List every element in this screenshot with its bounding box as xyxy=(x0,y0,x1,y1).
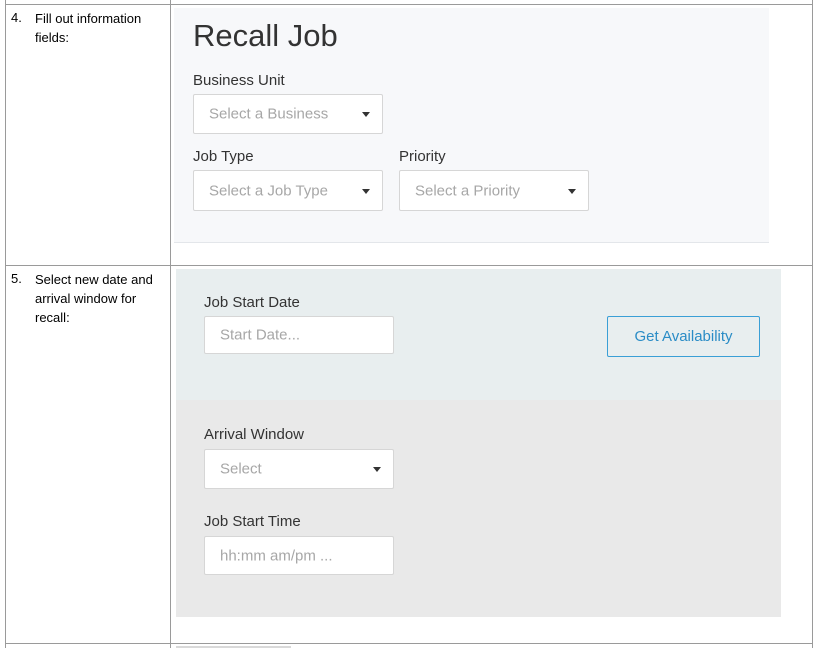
table-row-divider xyxy=(5,265,813,266)
arrival-window-select[interactable]: Select xyxy=(204,449,394,489)
job-start-date-input[interactable]: Start Date... xyxy=(204,316,394,354)
business-unit-label: Business Unit xyxy=(193,72,285,89)
chevron-down-icon xyxy=(362,188,370,194)
page-title: Recall Job xyxy=(193,18,338,53)
arrival-window-placeholder: Select xyxy=(220,460,262,478)
table-column-divider xyxy=(170,0,171,648)
step-5-number: 5. xyxy=(11,271,22,286)
chevron-down-icon xyxy=(568,188,576,194)
priority-select[interactable]: Select a Priority xyxy=(399,170,589,211)
recall-job-panel: Recall Job Business Unit Select a Busine… xyxy=(174,8,769,243)
job-type-select[interactable]: Select a Job Type xyxy=(193,170,383,211)
table-border-right xyxy=(812,0,813,648)
step-4-number: 4. xyxy=(11,10,22,25)
chevron-down-icon xyxy=(362,112,370,117)
step-5-text: Select new date and arrival window for r… xyxy=(35,272,153,325)
arrival-window-panel: Arrival Window Select Job Start Time hh:… xyxy=(176,400,781,617)
job-start-time-placeholder: hh:mm am/pm ... xyxy=(220,547,333,564)
table-border-bottom xyxy=(5,643,813,644)
job-start-date-panel: Job Start Date Start Date... Get Availab… xyxy=(176,269,781,400)
job-start-date-label: Job Start Date xyxy=(204,294,300,311)
chevron-down-icon xyxy=(373,467,381,472)
job-start-time-input[interactable]: hh:mm am/pm ... xyxy=(204,536,394,575)
table-border-top xyxy=(5,4,813,5)
job-start-date-placeholder: Start Date... xyxy=(220,326,301,344)
step-4-text: Fill out information fields: xyxy=(35,11,142,45)
job-start-time-label: Job Start Time xyxy=(204,513,301,530)
business-unit-select[interactable]: Select a Business xyxy=(193,94,383,134)
job-type-label: Job Type xyxy=(193,148,254,165)
priority-label: Priority xyxy=(399,148,446,165)
business-unit-placeholder: Select a Business xyxy=(209,105,329,123)
get-availability-button[interactable]: Get Availability xyxy=(607,316,760,357)
table-border-left xyxy=(5,0,6,648)
job-type-placeholder: Select a Job Type xyxy=(209,182,328,199)
arrival-window-label: Arrival Window xyxy=(204,426,305,443)
priority-placeholder: Select a Priority xyxy=(415,182,521,199)
